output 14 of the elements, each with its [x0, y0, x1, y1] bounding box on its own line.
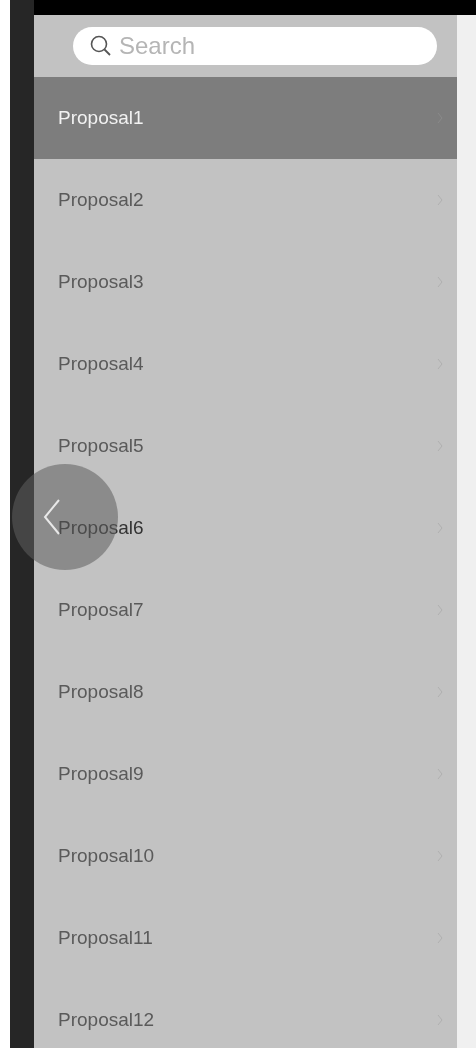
list-item[interactable]: Proposal6	[34, 487, 457, 569]
list-item[interactable]: Proposal11	[34, 897, 457, 979]
list-item[interactable]: Proposal2	[34, 159, 457, 241]
list-item[interactable]: Proposal8	[34, 651, 457, 733]
list-item[interactable]: Proposal4	[34, 323, 457, 405]
search-icon	[89, 34, 113, 58]
list-item[interactable]: Proposal12	[34, 979, 457, 1048]
list-item[interactable]: Proposal3	[34, 241, 457, 323]
list-item[interactable]: Proposal10	[34, 815, 457, 897]
list-item[interactable]: Proposal1	[34, 77, 457, 159]
search-field[interactable]: Search	[73, 27, 437, 65]
list-item[interactable]: Proposal9	[34, 733, 457, 815]
list-item[interactable]: Proposal5	[34, 405, 457, 487]
list-item[interactable]: Proposal7	[34, 569, 457, 651]
